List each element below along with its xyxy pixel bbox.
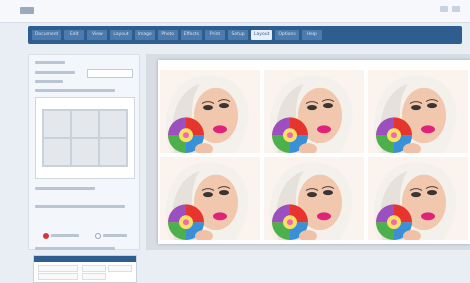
tab-edit[interactable]: Edit (64, 30, 85, 40)
layout-cell[interactable] (100, 111, 126, 137)
panel-heading (35, 61, 65, 64)
title-bar (0, 0, 470, 23)
photo-thumbnail[interactable] (160, 157, 260, 240)
tab-setup[interactable]: Setup (228, 30, 249, 40)
tab-help[interactable]: Help (301, 30, 322, 40)
layout-cell[interactable] (44, 111, 70, 137)
layout-select[interactable] (87, 69, 133, 78)
app-logo (20, 7, 34, 14)
photo-thumbnail[interactable] (264, 70, 364, 153)
radio-button[interactable] (43, 233, 49, 239)
photo-thumbnail[interactable] (368, 157, 468, 240)
tab-layout[interactable]: Layout (110, 30, 132, 40)
table-cell[interactable] (38, 265, 78, 272)
print-preview-canvas (146, 54, 470, 250)
setting-label (35, 205, 125, 208)
tab-print[interactable]: Print (205, 30, 226, 40)
radio-button[interactable] (95, 233, 101, 239)
photo-thumbnail[interactable] (160, 70, 260, 153)
table-header (34, 256, 136, 262)
table-cell[interactable] (82, 273, 106, 280)
photo-grid (160, 70, 468, 240)
layout-grid (42, 109, 128, 167)
tab-photo[interactable]: Photo (157, 30, 178, 40)
photo-thumbnail[interactable] (264, 157, 364, 240)
table-cell[interactable] (108, 265, 132, 272)
close-icon[interactable] (452, 6, 460, 12)
tab-effects[interactable]: Effects (180, 30, 203, 40)
tab-image[interactable]: Image (134, 30, 155, 40)
tab-view[interactable]: View (87, 30, 108, 40)
layout-cell[interactable] (100, 139, 126, 165)
paper-sheet (158, 60, 470, 244)
table-cell[interactable] (82, 265, 106, 272)
settings-table (33, 255, 137, 283)
radio-label (51, 234, 79, 237)
minimize-icon[interactable] (440, 6, 448, 12)
tab-layout[interactable]: Layout (251, 30, 273, 40)
option-radio-group (43, 233, 133, 239)
setting-label (35, 187, 95, 190)
layout-preview (35, 97, 135, 179)
setting-label (35, 71, 75, 74)
ribbon-tab-bar: Document Edit View Layout Image Photo Effects P… (28, 26, 462, 44)
radio-label (103, 234, 127, 237)
setting-label (35, 89, 115, 92)
photo-thumbnail[interactable] (368, 70, 468, 153)
setting-label (35, 80, 63, 83)
table-cell[interactable] (38, 273, 78, 280)
layout-cell[interactable] (72, 139, 98, 165)
layout-cell[interactable] (72, 111, 98, 137)
layout-cell[interactable] (44, 139, 70, 165)
tab-options[interactable]: Options (275, 30, 299, 40)
tab-document[interactable]: Document (32, 30, 62, 40)
layout-settings-panel (28, 54, 140, 283)
